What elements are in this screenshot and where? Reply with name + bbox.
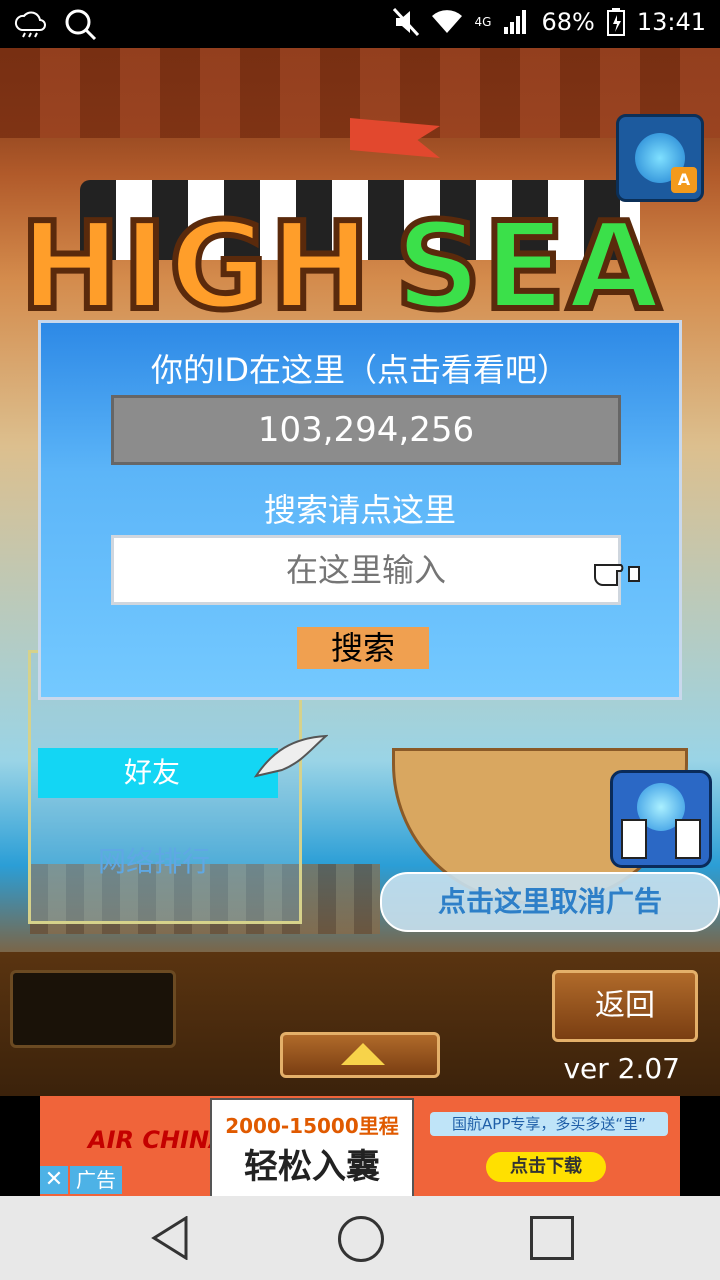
mute-icon [392, 8, 419, 36]
weather-cloud-icon [14, 11, 46, 38]
ad-brand: AIR CHINA [88, 1126, 228, 1154]
signal-icon [504, 10, 527, 34]
back-icon[interactable] [150, 1216, 190, 1260]
ad-label: 广告 [70, 1166, 122, 1194]
status-bar: 4G 68% 13:41 [0, 0, 720, 48]
network-ranking-tab[interactable]: 网络排行 [38, 840, 278, 880]
expand-up-button[interactable] [280, 1032, 440, 1078]
empty-slot [10, 970, 176, 1048]
search-button[interactable]: 搜索 [297, 627, 429, 669]
ad-bar: AIR CHINA 2000-15000里程 轻松入囊 国航APP专享，多买多送… [0, 1096, 720, 1198]
wing-pointer-icon [253, 734, 328, 778]
friends-tab[interactable]: 好友 [38, 748, 278, 798]
search-input[interactable] [111, 535, 621, 605]
wifi-icon [431, 10, 462, 33]
battery-percent: 68% [541, 8, 595, 36]
back-button[interactable]: 返回 [552, 970, 698, 1042]
device-transfer-button[interactable] [610, 770, 712, 868]
ad-promo: 国航APP专享，多买多送“里” [430, 1112, 668, 1136]
ad-card: 2000-15000里程 轻松入囊 [210, 1098, 414, 1198]
search-title: 搜索请点这里 [263, 491, 456, 529]
ad-close-icon[interactable]: ✕ [40, 1166, 68, 1194]
ad-headline-small: 2000-15000里程 [225, 1114, 399, 1138]
language-switch-button[interactable]: A [616, 114, 704, 202]
player-id-field[interactable]: 103,294,256 [111, 395, 621, 465]
phone-icon [675, 819, 701, 859]
clock: 13:41 [636, 8, 706, 36]
ad-headline-big: 轻松入囊 [244, 1147, 380, 1187]
logo-word-high: HIGH [17, 195, 373, 340]
pointing-hand-icon [594, 564, 640, 586]
phone-icon [621, 819, 647, 859]
id-title: 你的ID在这里（点击看看吧） [150, 351, 570, 389]
ad-banner[interactable]: AIR CHINA 2000-15000里程 轻松入囊 国航APP专享，多买多送… [40, 1096, 680, 1198]
navigation-bar [0, 1196, 720, 1280]
ad-download-button[interactable]: 点击下载 [486, 1152, 606, 1182]
letter-a-icon: A [671, 167, 697, 193]
network-type: 4G [474, 15, 492, 29]
battery-icon [606, 8, 625, 36]
cancel-ads-button[interactable]: 点击这里取消广告 [380, 872, 720, 932]
arrow-up-icon [341, 1043, 385, 1065]
recents-icon[interactable] [530, 1216, 574, 1260]
search-icon[interactable] [64, 8, 98, 40]
logo-word-sea: SEA [392, 195, 663, 340]
id-search-dialog: 你的ID在这里（点击看看吧） 103,294,256 搜索请点这里 搜索 [38, 320, 682, 700]
home-icon[interactable] [338, 1216, 384, 1262]
version-label: ver 2.07 [563, 1052, 680, 1085]
